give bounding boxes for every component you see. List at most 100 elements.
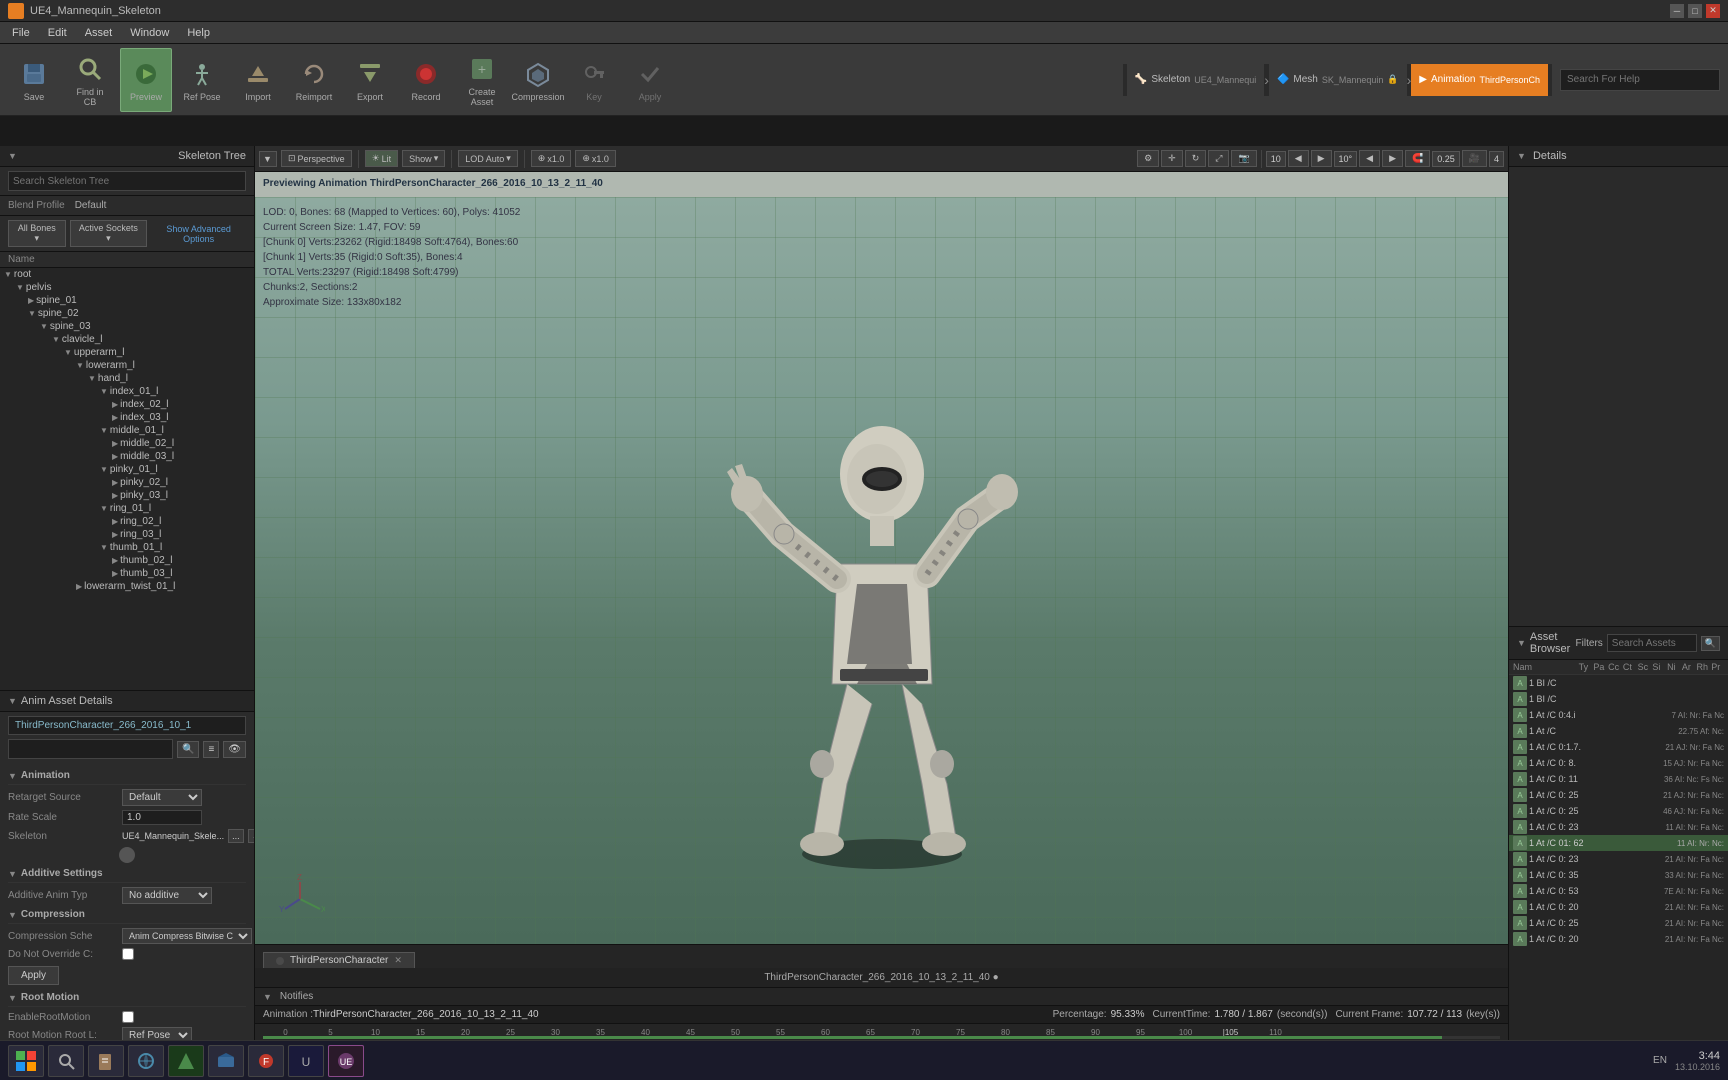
viewport-canvas[interactable]: LOD: 0, Bones: 68 (Mapped to Vertices: 6… xyxy=(255,197,1508,944)
ab-row-16[interactable]: A 1 At /C 0: 20 21 AI: Nr: Fa Nc: xyxy=(1509,931,1728,947)
enable-root-motion-checkbox[interactable] xyxy=(122,1011,134,1023)
animation-section-header[interactable]: ▼ Animation xyxy=(8,767,246,785)
pipeline-mesh[interactable]: 🔷 Mesh SK_Mannequin 🔒 xyxy=(1269,64,1407,96)
taskbar-app2[interactable] xyxy=(208,1045,244,1077)
ab-filters-label[interactable]: Filters xyxy=(1576,638,1603,649)
bone-thumb03[interactable]: ▶ thumb_03_l xyxy=(0,567,254,580)
grid-size-up[interactable]: ▶ xyxy=(1311,150,1332,167)
angle-up[interactable]: ▶ xyxy=(1382,150,1403,167)
ab-row-10[interactable]: A 1 At /C 01: 62 11 AI: Nr: Nc: xyxy=(1509,835,1728,851)
taskbar-start-button[interactable] xyxy=(8,1045,44,1077)
bone-middle01[interactable]: ▼ middle_01_l xyxy=(0,424,254,437)
scale2-button[interactable]: ⊕ x1.0 xyxy=(575,150,616,167)
aad-eye-button[interactable]: 👁 xyxy=(223,741,246,758)
skeleton-toggle[interactable] xyxy=(119,847,135,863)
ab-row-12[interactable]: A 1 At /C 0: 35 33 AI: Nr: Fa Nc: xyxy=(1509,867,1728,883)
ab-col-si[interactable]: Si xyxy=(1652,662,1665,672)
lod-button[interactable]: LOD Auto ▾ xyxy=(458,150,518,167)
ab-row-0[interactable]: A 1 BI /C xyxy=(1509,675,1728,691)
show-button[interactable]: Show ▾ xyxy=(402,150,445,167)
ab-col-pr[interactable]: Pr xyxy=(1711,662,1724,672)
viewport-menu-button[interactable]: ▼ xyxy=(259,151,277,167)
bone-upperarm-l[interactable]: ▼ upperarm_l xyxy=(0,346,254,359)
ab-col-type[interactable]: Ty xyxy=(1579,662,1592,672)
export-button[interactable]: Export xyxy=(344,48,396,112)
ab-expand-icon[interactable]: ▼ xyxy=(1517,638,1526,648)
bone-index02[interactable]: ▶ index_02_l xyxy=(0,398,254,411)
taskbar-ue4-button[interactable]: UE xyxy=(328,1045,364,1077)
viewport-camera-button[interactable]: 📷 xyxy=(1231,150,1256,167)
taskbar-search-button[interactable] xyxy=(48,1045,84,1077)
ab-list[interactable]: A 1 BI /C A 1 BI /C A 1 At /C 0:4.i 7 AI… xyxy=(1509,675,1728,1052)
bone-index01[interactable]: ▼ index_01_l xyxy=(0,385,254,398)
grid-size-down[interactable]: ◀ xyxy=(1288,150,1309,167)
angle-down[interactable]: ◀ xyxy=(1359,150,1380,167)
bone-spine03[interactable]: ▼ spine_03 xyxy=(0,320,254,333)
anim-tab-close[interactable]: ✕ xyxy=(394,955,402,966)
ref-pose-button[interactable]: Ref Pose xyxy=(176,48,228,112)
key-button[interactable]: Key xyxy=(568,48,620,112)
additive-settings-header[interactable]: ▼ Additive Settings xyxy=(8,865,246,883)
taskbar-file-button[interactable] xyxy=(88,1045,124,1077)
bone-thumb01[interactable]: ▼ thumb_01_l xyxy=(0,541,254,554)
bone-middle03[interactable]: ▶ middle_03_l xyxy=(0,450,254,463)
ab-search-input[interactable] xyxy=(1607,634,1697,652)
all-bones-filter[interactable]: All Bones ▾ xyxy=(8,220,66,247)
retarget-source-select[interactable]: Default xyxy=(122,789,202,806)
menu-edit[interactable]: Edit xyxy=(40,25,75,41)
create-asset-button[interactable]: + Create Asset xyxy=(456,48,508,112)
bone-lowerarm-twist[interactable]: ▶ lowerarm_twist_01_l xyxy=(0,580,254,593)
show-advanced-button[interactable]: Show Advanced Options xyxy=(151,224,246,244)
bone-index03[interactable]: ▶ index_03_l xyxy=(0,411,254,424)
skeleton-tree-expand[interactable]: ▼ xyxy=(8,151,17,161)
viewport-settings-button[interactable]: ⚙ xyxy=(1137,150,1159,167)
aad-search-input[interactable] xyxy=(8,739,173,759)
taskbar-app4[interactable]: U xyxy=(288,1045,324,1077)
ab-col-name[interactable]: Nam xyxy=(1513,662,1577,672)
ab-row-1[interactable]: A 1 BI /C xyxy=(1509,691,1728,707)
ab-row-4[interactable]: A 1 At /C 0:1.7. 21 AJ: Nr: Fa Nc xyxy=(1509,739,1728,755)
ab-row-8[interactable]: A 1 At /C 0: 25 46 AJ: Nr: Fa Nc: xyxy=(1509,803,1728,819)
ab-row-14[interactable]: A 1 At /C 0: 20 21 AI: Nr: Fa Nc: xyxy=(1509,899,1728,915)
preview-button[interactable]: Preview xyxy=(120,48,172,112)
ab-col-ct[interactable]: Ct xyxy=(1623,662,1636,672)
viewport-scale-button[interactable]: ⤢ xyxy=(1208,150,1229,167)
bone-ring03[interactable]: ▶ ring_03_l xyxy=(0,528,254,541)
aad-search-button[interactable]: 🔍 xyxy=(177,741,199,758)
search-top-input[interactable] xyxy=(1560,69,1720,91)
compression-header[interactable]: ▼ Compression xyxy=(8,906,246,924)
ab-col-ni[interactable]: Ni xyxy=(1667,662,1680,672)
reimport-button[interactable]: Reimport xyxy=(288,48,340,112)
ab-col-pa[interactable]: Pa xyxy=(1593,662,1606,672)
pipeline-animation[interactable]: ▶ Animation ThirdPersonCh xyxy=(1411,64,1548,96)
apply-button[interactable]: Apply xyxy=(624,48,676,112)
menu-window[interactable]: Window xyxy=(122,25,177,41)
bone-thumb02[interactable]: ▶ thumb_02_l xyxy=(0,554,254,567)
search-skeleton-input[interactable] xyxy=(8,171,246,191)
ab-row-15[interactable]: A 1 At /C 0: 25 21 AI: Nr: Fa Nc: xyxy=(1509,915,1728,931)
bone-root[interactable]: ▼ root xyxy=(0,268,254,281)
bone-tree[interactable]: ▼ root ▼ pelvis ▶ spine_01 ▼ spine_02 ▼ … xyxy=(0,268,254,690)
ab-row-7[interactable]: A 1 At /C 0: 25 21 AJ: Nr: Fa Nc: xyxy=(1509,787,1728,803)
menu-asset[interactable]: Asset xyxy=(77,25,121,41)
anim-tab[interactable]: ThirdPersonCharacter ✕ xyxy=(263,952,415,968)
lit-button[interactable]: ☀ Lit xyxy=(365,150,399,167)
ab-col-ar[interactable]: Ar xyxy=(1682,662,1695,672)
scale1-button[interactable]: ⊕ x1.0 xyxy=(531,150,572,167)
find-in-cb-button[interactable]: Find in CB xyxy=(64,48,116,112)
bone-lowerarm-l[interactable]: ▼ lowerarm_l xyxy=(0,359,254,372)
taskbar-app3[interactable]: F xyxy=(248,1045,284,1077)
bone-pelvis[interactable]: ▼ pelvis xyxy=(0,281,254,294)
viewport-move-button[interactable]: ✛ xyxy=(1161,150,1183,167)
ab-row-13[interactable]: A 1 At /C 0: 53 7E AI: Nr: Fa Nc: xyxy=(1509,883,1728,899)
bone-spine01[interactable]: ▶ spine_01 xyxy=(0,294,254,307)
ab-search-button[interactable]: 🔍 xyxy=(1701,636,1720,651)
ab-row-6[interactable]: A 1 At /C 0: 11 36 AI: Nc: Fs Nc: xyxy=(1509,771,1728,787)
ab-row-9[interactable]: A 1 At /C 0: 23 11 AI: Nr: Fa Nc: xyxy=(1509,819,1728,835)
do-not-override-checkbox[interactable] xyxy=(122,948,134,960)
ab-col-sc[interactable]: Sc xyxy=(1638,662,1651,672)
skeleton-browse-button[interactable]: ... xyxy=(228,829,244,843)
minimize-button[interactable]: ─ xyxy=(1670,4,1684,18)
compression-button[interactable]: Compression xyxy=(512,48,564,112)
record-button[interactable]: Record xyxy=(400,48,452,112)
